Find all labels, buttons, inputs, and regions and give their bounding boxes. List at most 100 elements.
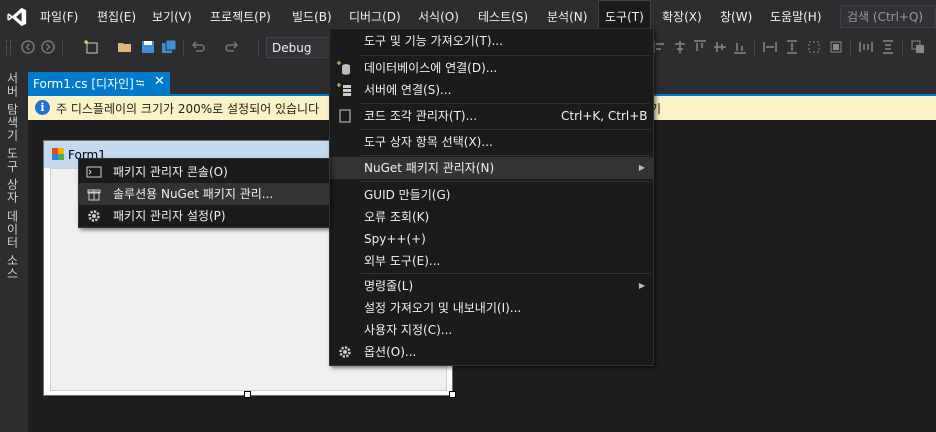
menu-item-label: 데이터베이스에 연결(D)... <box>364 61 498 75</box>
menu-item-label: Spy++(+) <box>364 232 426 246</box>
toolbar-separator <box>62 40 63 56</box>
align-middle-icon[interactable] <box>712 39 728 55</box>
menu-item-external-tools[interactable]: 외부 도구(E)... <box>330 250 653 272</box>
menu-extensions[interactable]: 확장(X) <box>656 0 708 34</box>
pin-icon[interactable]: ⭾ <box>136 75 144 94</box>
new-project-icon[interactable] <box>84 39 100 55</box>
menu-separator <box>360 181 650 182</box>
menu-item-manage-nuget-packages-solution[interactable]: 솔루션용 NuGet 패키지 관리... <box>79 183 329 205</box>
menu-edit[interactable]: 편집(E) <box>91 0 142 34</box>
menu-window[interactable]: 창(W) <box>714 0 758 34</box>
toolbar-separator <box>183 40 184 56</box>
close-icon[interactable]: ✕ <box>154 74 165 89</box>
gear-icon <box>88 210 100 222</box>
form-icon <box>52 148 64 160</box>
redo-icon[interactable] <box>224 39 240 55</box>
menu-item-label: NuGet 패키지 관리자(N) <box>364 161 495 175</box>
visual-studio-logo-icon[interactable] <box>6 6 28 28</box>
menu-separator <box>360 273 650 274</box>
toolbar-separator <box>258 40 259 56</box>
server-explorer-tab[interactable]: 서버 탐색기 <box>4 72 21 142</box>
database-connect-icon <box>337 61 350 75</box>
data-sources-tab[interactable]: 데이터 소스 <box>4 210 21 280</box>
bring-to-front-icon[interactable] <box>910 39 926 55</box>
resize-handle-bottom[interactable] <box>244 391 251 398</box>
menu-item-label: 도구 및 기능 가져오기(T)... <box>364 34 503 48</box>
menu-item-spy-plus-plus[interactable]: Spy++(+) <box>330 228 653 250</box>
menu-item-package-manager-settings[interactable]: 패키지 관리자 설정(P) <box>79 205 329 227</box>
save-icon[interactable] <box>140 39 156 55</box>
menu-item-label: 외부 도구(E)... <box>364 254 441 268</box>
snippet-icon <box>339 109 351 123</box>
menu-item-customize[interactable]: 사용자 지정(C)... <box>330 319 653 341</box>
toolbar-separator <box>902 40 903 56</box>
menu-help[interactable]: 도움말(H) <box>764 0 828 34</box>
menu-item-label: 서버에 연결(S)... <box>364 83 452 97</box>
make-same-size-icon[interactable] <box>828 39 844 55</box>
menu-item-shortcut: Ctrl+K, Ctrl+B <box>561 109 648 123</box>
menu-file[interactable]: 파일(F) <box>34 0 84 34</box>
horizontal-spacing-icon[interactable] <box>858 39 874 55</box>
info-bar-message: 주 디스플레이의 크기가 200%로 설정되어 있습니다 <box>56 102 320 116</box>
menu-item-create-guid[interactable]: GUID 만들기(G) <box>330 184 653 206</box>
align-top-icon[interactable] <box>692 39 708 55</box>
toolbar-separator <box>754 40 755 56</box>
console-icon <box>86 166 102 178</box>
menu-item-label: 옵션(O)... <box>364 345 417 359</box>
size-to-grid-icon[interactable] <box>806 39 822 55</box>
make-same-width-icon[interactable] <box>762 39 778 55</box>
menu-item-command-line[interactable]: 명령줄(L) ▶ <box>330 275 653 297</box>
menu-item-connect-server[interactable]: 서버에 연결(S)... <box>330 79 653 101</box>
menu-item-label: 명령줄(L) <box>364 279 414 293</box>
menu-item-label: 패키지 관리자 콘솔(O) <box>113 165 228 179</box>
menu-project[interactable]: 프로젝트(P) <box>204 0 277 34</box>
menu-separator <box>360 129 650 130</box>
menu-item-error-lookup[interactable]: 오류 조회(K) <box>330 206 653 228</box>
tools-menu: 도구 및 기능 가져오기(T)... 데이터베이스에 연결(D)... 서버에 … <box>329 28 654 366</box>
nuget-submenu: 패키지 관리자 콘솔(O) 솔루션용 NuGet 패키지 관리... 패키지 관… <box>78 158 330 228</box>
menu-item-code-snippets-manager[interactable]: 코드 조각 관리자(T)... Ctrl+K, Ctrl+B <box>330 105 653 127</box>
left-tool-window-strip: 서버 탐색기 도구 상자 데이터 소스 <box>0 62 26 432</box>
open-file-icon[interactable] <box>117 39 133 55</box>
menu-item-choose-toolbox-items[interactable]: 도구 상자 항목 선택(X)... <box>330 131 653 153</box>
navigate-forward-icon[interactable] <box>40 39 56 55</box>
menu-item-import-export-settings[interactable]: 설정 가져오기 및 내보내기(I)... <box>330 297 653 319</box>
solution-configuration-select[interactable]: Debug <box>266 37 334 58</box>
menu-item-label: 오류 조회(K) <box>364 210 430 224</box>
menu-item-label: GUID 만들기(G) <box>364 188 451 202</box>
submenu-arrow-icon: ▶ <box>638 163 645 172</box>
menu-item-label: 코드 조각 관리자(T)... <box>364 109 478 123</box>
menu-view[interactable]: 보기(V) <box>146 0 198 34</box>
undo-icon[interactable] <box>190 39 206 55</box>
menu-item-label: 도구 상자 항목 선택(X)... <box>364 135 493 149</box>
package-icon <box>87 189 101 201</box>
align-center-icon[interactable] <box>672 39 688 55</box>
resize-handle-bottom-right[interactable] <box>449 391 456 398</box>
menu-item-package-manager-console[interactable]: 패키지 관리자 콘솔(O) <box>79 161 329 183</box>
navigate-back-icon[interactable] <box>20 39 36 55</box>
vertical-spacing-icon[interactable] <box>880 39 896 55</box>
toolbar-separator <box>850 40 851 56</box>
server-connect-icon <box>337 83 351 96</box>
menu-item-label: 패키지 관리자 설정(P) <box>113 209 226 223</box>
info-icon: i <box>35 100 50 115</box>
menu-item-nuget-package-manager[interactable]: NuGet 패키지 관리자(N) ▶ <box>330 157 653 179</box>
submenu-arrow-icon: ▶ <box>638 281 645 290</box>
toolbox-tab[interactable]: 도구 상자 <box>4 147 21 204</box>
menu-separator <box>360 55 650 56</box>
align-left-icon[interactable] <box>652 39 668 55</box>
save-all-icon[interactable] <box>161 39 177 55</box>
search-input[interactable]: 검색 (Ctrl+Q) <box>840 5 936 28</box>
align-bottom-icon[interactable] <box>732 39 748 55</box>
menu-item-label: 설정 가져오기 및 내보내기(I)... <box>364 301 522 315</box>
menu-item-label: 사용자 지정(C)... <box>364 323 453 337</box>
document-tab-label: Form1.cs [디자인] <box>33 77 134 91</box>
menu-item-get-tools-features[interactable]: 도구 및 기능 가져오기(T)... <box>330 30 653 52</box>
make-same-height-icon[interactable] <box>784 39 800 55</box>
menu-item-label: 솔루션용 NuGet 패키지 관리... <box>113 187 274 201</box>
document-tab-form1-design[interactable]: Form1.cs [디자인] ⭾ ✕ <box>28 72 170 94</box>
menu-separator <box>360 103 650 104</box>
menu-item-connect-database[interactable]: 데이터베이스에 연결(D)... <box>330 57 653 79</box>
toolbar-grip[interactable] <box>6 40 11 56</box>
menu-item-options[interactable]: 옵션(O)... <box>330 341 653 363</box>
